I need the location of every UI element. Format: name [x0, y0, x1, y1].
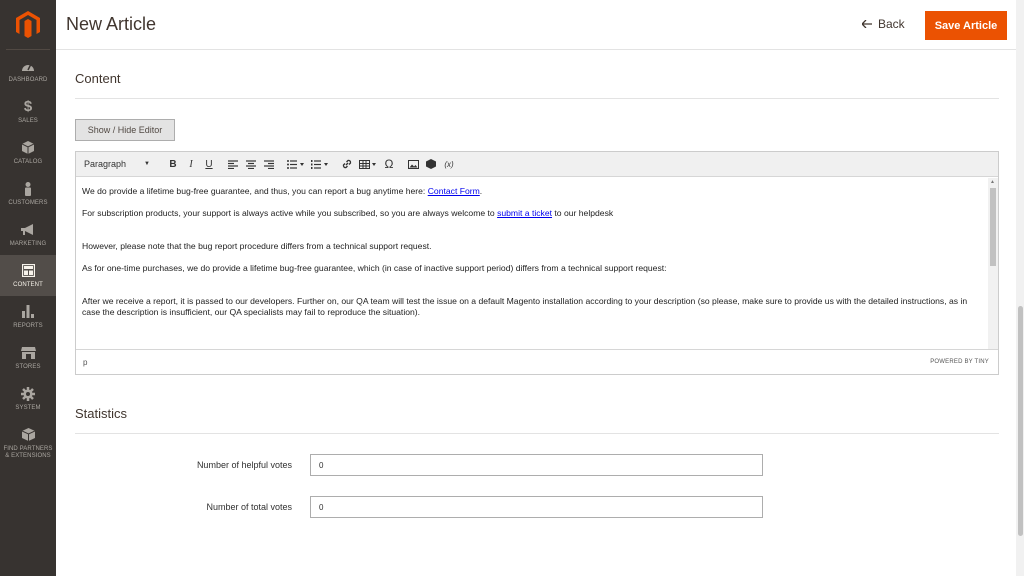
- caret-down-icon: ▼: [144, 161, 150, 167]
- editor-paragraph: For subscription products, your support …: [82, 208, 982, 219]
- nav-content[interactable]: CONTENT: [0, 255, 56, 296]
- insert-variable-button[interactable]: (x): [440, 155, 458, 173]
- bar-chart-icon: [22, 304, 34, 320]
- numbered-list-button[interactable]: [308, 155, 332, 173]
- helpful-votes-input[interactable]: 0: [310, 454, 763, 476]
- nav-catalog[interactable]: CATALOG: [0, 132, 56, 173]
- paragraph-text: We do provide a lifetime bug-free guaran…: [82, 186, 428, 196]
- bullet-list-icon: [287, 159, 304, 169]
- format-select[interactable]: Paragraph ▼: [82, 159, 158, 169]
- magento-logo-icon: [16, 10, 40, 38]
- nav-system[interactable]: SYSTEM: [0, 378, 56, 419]
- total-votes-label: Number of total votes: [206, 502, 292, 512]
- dollar-icon: $: [23, 98, 33, 115]
- nav-marketing-label: MARKETING: [9, 240, 47, 247]
- nav-catalog-label: CATALOG: [13, 158, 43, 165]
- bold-button[interactable]: B: [164, 155, 182, 173]
- editor-paragraph: After we receive a report, it is passed …: [82, 296, 968, 317]
- scroll-up-icon: ▲: [990, 179, 995, 185]
- editor-scrollbar-thumb[interactable]: [990, 188, 996, 266]
- arrow-left-icon: [861, 17, 872, 31]
- content-section-title[interactable]: Content: [75, 71, 121, 86]
- editor-paragraph: As for one-time purchases, we do provide…: [82, 263, 667, 273]
- format-select-value: Paragraph: [84, 159, 127, 169]
- nav-sales-label: SALES: [18, 117, 38, 124]
- submit-ticket-link[interactable]: submit a ticket: [497, 208, 552, 218]
- align-center-button[interactable]: [242, 155, 260, 173]
- underline-button[interactable]: U: [200, 155, 218, 173]
- paragraph-text: For subscription products, your support …: [82, 208, 498, 218]
- magento-logo[interactable]: [6, 0, 50, 50]
- widget-icon: [426, 159, 436, 169]
- nav-find-partners[interactable]: FIND PARTNERS & EXTENSIONS: [0, 419, 56, 467]
- numbered-list-icon: [311, 159, 328, 169]
- contact-form-link[interactable]: Contact Form: [428, 186, 480, 196]
- person-icon: [24, 181, 32, 197]
- nav-dashboard[interactable]: DASHBOARD: [0, 50, 56, 91]
- nav-sales[interactable]: $ SALES: [0, 91, 56, 132]
- image-icon: [407, 159, 419, 169]
- nav-customers-label: CUSTOMERS: [8, 199, 48, 206]
- main-content: New Article Back Save Article Content Sh…: [56, 0, 1016, 576]
- nav-find-partners-label: FIND PARTNERS & EXTENSIONS: [3, 445, 53, 459]
- total-votes-input[interactable]: 0: [310, 496, 763, 518]
- paragraph-text: .: [479, 186, 483, 196]
- statistics-section-divider: [75, 433, 999, 434]
- content-section-divider: [75, 98, 999, 99]
- align-center-icon: [246, 159, 256, 169]
- table-button[interactable]: [356, 155, 380, 173]
- insert-widget-button[interactable]: [422, 155, 440, 173]
- nav-stores-label: STORES: [15, 363, 41, 370]
- align-right-icon: [264, 159, 274, 169]
- editor-toolbar: Paragraph ▼ B I U Ω (x): [76, 152, 998, 177]
- editor-paragraph: We do provide a lifetime bug-free guaran…: [82, 186, 982, 197]
- megaphone-icon: [21, 222, 35, 238]
- save-article-button[interactable]: Save Article: [925, 11, 1007, 40]
- editor-scrollbar[interactable]: ▲: [988, 178, 998, 349]
- nav-dashboard-label: DASHBOARD: [8, 76, 48, 83]
- nav-marketing[interactable]: MARKETING: [0, 214, 56, 255]
- page-scrollbar-thumb[interactable]: [1018, 306, 1023, 536]
- element-path[interactable]: p: [83, 358, 87, 367]
- insert-image-button[interactable]: [404, 155, 422, 173]
- nav-system-label: SYSTEM: [15, 404, 41, 411]
- nav-reports-label: REPORTS: [13, 322, 43, 329]
- link-icon: [342, 159, 352, 169]
- powered-by-tiny[interactable]: POWERED BY TINY: [930, 359, 989, 365]
- link-button[interactable]: [338, 155, 356, 173]
- wysiwyg-editor: Paragraph ▼ B I U Ω (x) We do provide a …: [75, 151, 999, 375]
- editor-content-area[interactable]: We do provide a lifetime bug-free guaran…: [76, 178, 988, 349]
- nav-customers[interactable]: CUSTOMERS: [0, 173, 56, 214]
- align-left-button[interactable]: [224, 155, 242, 173]
- paragraph-text: to our helpdesk: [552, 208, 614, 218]
- dashboard-icon: [21, 58, 35, 74]
- editor-statusbar: p POWERED BY TINY: [76, 349, 998, 374]
- admin-sidebar: DASHBOARD $ SALES CATALOG CUSTOMERS MARK…: [0, 0, 56, 576]
- back-button[interactable]: Back: [861, 17, 905, 31]
- align-left-icon: [228, 159, 238, 169]
- nav-content-label: CONTENT: [13, 281, 43, 288]
- box-icon: [21, 427, 35, 443]
- layout-icon: [21, 263, 35, 279]
- bullet-list-button[interactable]: [284, 155, 308, 173]
- cube-icon: [22, 140, 34, 156]
- nav-reports[interactable]: REPORTS: [0, 296, 56, 337]
- back-button-label: Back: [878, 17, 905, 31]
- helpful-votes-label: Number of helpful votes: [196, 460, 292, 470]
- nav-stores[interactable]: STORES: [0, 337, 56, 378]
- editor-paragraph: However, please note that the bug report…: [82, 241, 432, 251]
- store-icon: [20, 345, 36, 361]
- italic-button[interactable]: I: [182, 155, 200, 173]
- show-hide-editor-button[interactable]: Show / Hide Editor: [75, 119, 175, 141]
- page-header: New Article Back Save Article: [56, 0, 1016, 50]
- statistics-section-title[interactable]: Statistics: [75, 406, 127, 421]
- align-right-button[interactable]: [260, 155, 278, 173]
- gear-icon: [21, 386, 35, 402]
- page-title: New Article: [66, 14, 157, 34]
- table-icon: [359, 159, 376, 169]
- special-character-button[interactable]: Ω: [380, 155, 398, 173]
